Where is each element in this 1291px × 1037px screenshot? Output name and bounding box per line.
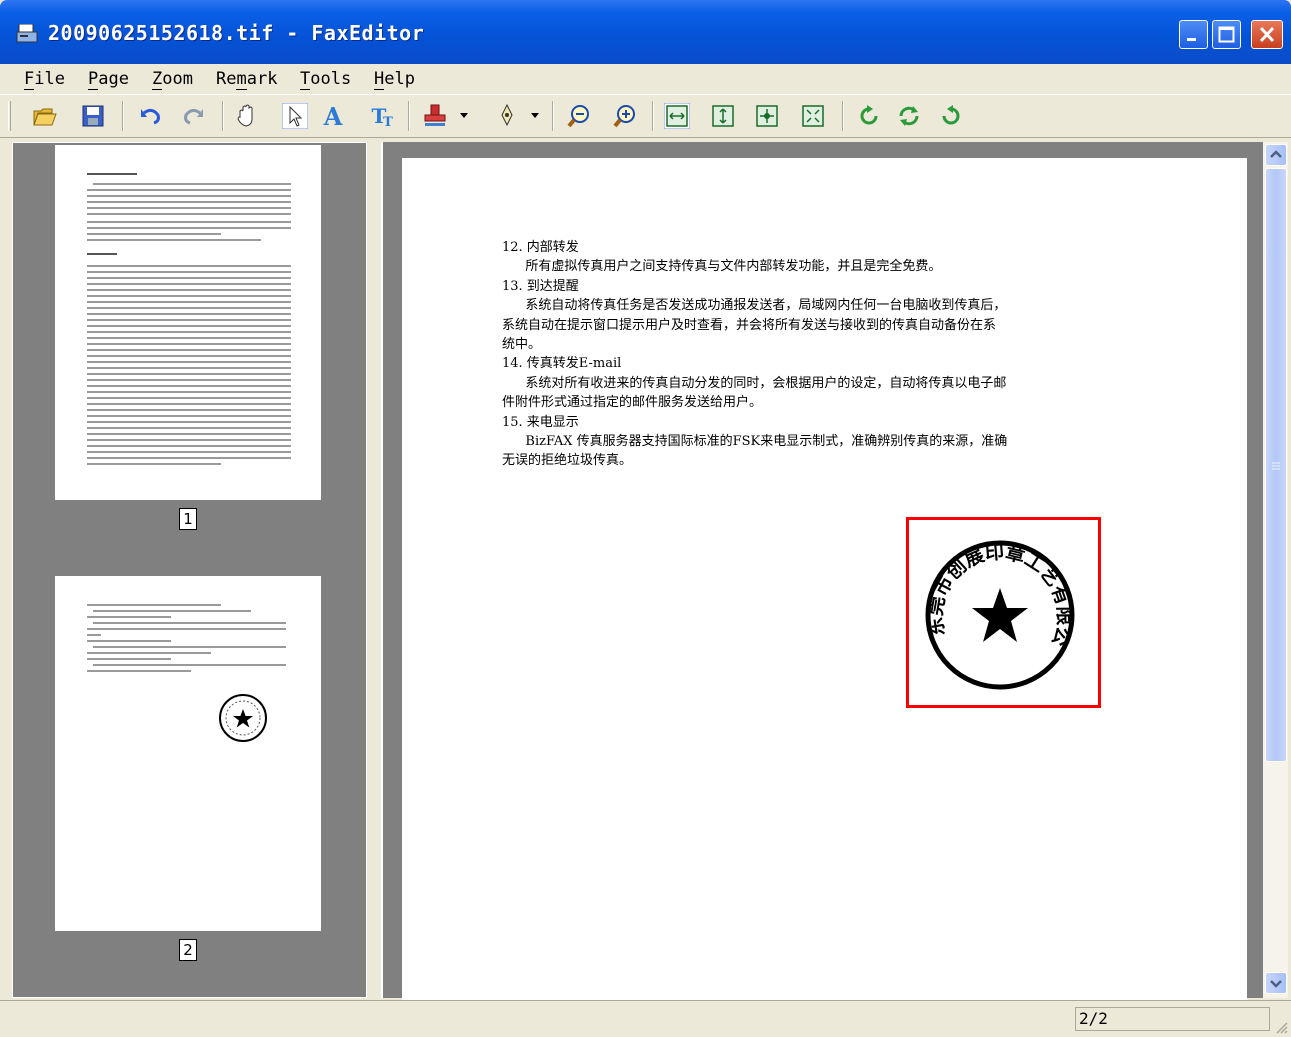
vertical-scrollbar[interactable] <box>1263 142 1288 998</box>
window-title: 20090625152618.tif - FaxEditor <box>48 21 425 45</box>
fax-app-icon <box>16 24 38 43</box>
rotate-180-icon[interactable] <box>896 103 922 129</box>
document-text: 12. 内部转发 所有虚拟传真用户之间支持传真与文件内部转发功能，并且是完全免费… <box>502 238 1102 471</box>
menu-zoom[interactable]: Zoom <box>152 69 193 90</box>
menu-tools[interactable]: Tools <box>300 69 351 90</box>
doc-line: 统中。 <box>502 337 542 353</box>
doc-line: BizFAX 传真服务器支持国际标准的FSK来电显示制式，准确辨别传真的来源，准… <box>525 434 1008 450</box>
resize-grip-icon[interactable] <box>1273 1019 1289 1035</box>
status-bar: 2/2 <box>0 1000 1291 1037</box>
svg-text:A: A <box>323 103 343 129</box>
text-box-icon[interactable]: T T <box>370 103 396 129</box>
doc-line: 系统自动将传真任务是否发送成功通报发送者，局域网内任何一台电脑收到传真后， <box>525 298 1007 314</box>
stamp-selection-box[interactable]: 东莞市创展印章工艺有限公司 <box>906 517 1101 708</box>
text-icon[interactable]: A <box>320 103 346 129</box>
stamp-icon[interactable] <box>422 103 448 129</box>
minimize-button[interactable] <box>1179 20 1208 49</box>
menu-help[interactable]: Help <box>374 69 415 90</box>
doc-line: 12. 内部转发 <box>502 240 579 255</box>
undo-icon[interactable] <box>138 103 164 129</box>
doc-line: 无误的拒绝垃圾传真。 <box>502 453 633 469</box>
seal-text: 东莞市创展印章工艺有限公司 <box>921 536 1075 649</box>
menu-bar: File Page Zoom Remark Tools Help <box>0 64 1291 94</box>
maximize-icon <box>1218 26 1235 43</box>
close-button[interactable] <box>1251 20 1283 49</box>
doc-line: 15. 来电显示 <box>502 414 579 430</box>
svg-text:T: T <box>383 115 393 129</box>
actual-size-icon[interactable] <box>800 103 826 129</box>
thumbnail-pane[interactable]: 1 2 <box>12 142 367 998</box>
fit-width-icon[interactable] <box>664 103 690 129</box>
document-page[interactable]: 12. 内部转发 所有虚拟传真用户之间支持传真与文件内部转发功能，并且是完全免费… <box>402 158 1247 1008</box>
grip-lines-icon <box>1272 462 1280 470</box>
pane-splitter[interactable] <box>368 142 382 998</box>
zoom-out-icon[interactable] <box>566 103 592 129</box>
doc-line: 13. 到达提醒 <box>502 278 579 294</box>
menu-remark[interactable]: Remark <box>216 69 277 90</box>
scroll-down-icon <box>1270 980 1282 988</box>
minimize-icon <box>1187 38 1196 41</box>
maximize-button[interactable] <box>1212 20 1241 49</box>
title-bar[interactable]: 20090625152618.tif - FaxEditor <box>0 0 1291 64</box>
scroll-up-button[interactable] <box>1265 144 1287 166</box>
thumbnail-label-2: 2 <box>179 939 197 961</box>
open-folder-icon[interactable] <box>32 103 58 129</box>
doc-line: 所有虚拟传真用户之间支持传真与文件内部转发功能，并且是完全免费。 <box>525 259 942 275</box>
page-indicator: 2/2 <box>1075 1007 1270 1031</box>
close-icon <box>1259 26 1275 43</box>
thumbnail-page-1[interactable] <box>55 145 321 500</box>
svg-text:东莞市创展印章工艺有限公司: 东莞市创展印章工艺有限公司 <box>921 536 1075 649</box>
zoom-in-icon[interactable] <box>612 103 638 129</box>
select-arrow-icon[interactable] <box>282 103 308 129</box>
document-view[interactable]: 12. 内部转发 所有虚拟传真用户之间支持传真与文件内部转发功能，并且是完全免费… <box>381 142 1263 1008</box>
toolbar: A T T <box>0 94 1291 138</box>
scroll-up-icon <box>1270 150 1282 158</box>
pen-icon[interactable] <box>494 103 520 129</box>
thumbnail-stamp-icon <box>219 694 267 742</box>
thumbnail-page-2[interactable] <box>55 576 321 931</box>
doc-line: 件附件形式通过指定的邮件服务发送给用户。 <box>502 395 763 411</box>
doc-line: 14. 传真转发E-mail <box>502 356 622 372</box>
menu-file[interactable]: File <box>24 69 65 90</box>
redo-icon[interactable] <box>180 103 206 129</box>
doc-line: 系统对所有收进来的传真自动分发的同时，会根据用户的设定，自动将传真以电子邮 <box>525 375 1007 391</box>
save-icon[interactable] <box>80 103 106 129</box>
hand-pan-icon[interactable] <box>234 103 260 129</box>
pen-dropdown-icon[interactable] <box>531 113 539 119</box>
scrollbar-thumb[interactable] <box>1265 168 1287 762</box>
scroll-down-button[interactable] <box>1265 972 1287 994</box>
thumbnail-label-1: 1 <box>179 508 197 530</box>
company-seal: 东莞市创展印章工艺有限公司 <box>921 536 1075 690</box>
menu-page[interactable]: Page <box>88 69 129 90</box>
fit-height-icon[interactable] <box>710 103 736 129</box>
rotate-right-icon[interactable] <box>938 103 964 129</box>
stamp-dropdown-icon[interactable] <box>460 113 468 119</box>
doc-line: 系统自动在提示窗口提示用户及时查看，并会将所有发送与接收到的传真自动备份在系 <box>502 317 997 333</box>
fit-page-icon[interactable] <box>754 103 780 129</box>
toolbar-grip[interactable] <box>8 101 11 131</box>
rotate-left-icon[interactable] <box>856 103 882 129</box>
